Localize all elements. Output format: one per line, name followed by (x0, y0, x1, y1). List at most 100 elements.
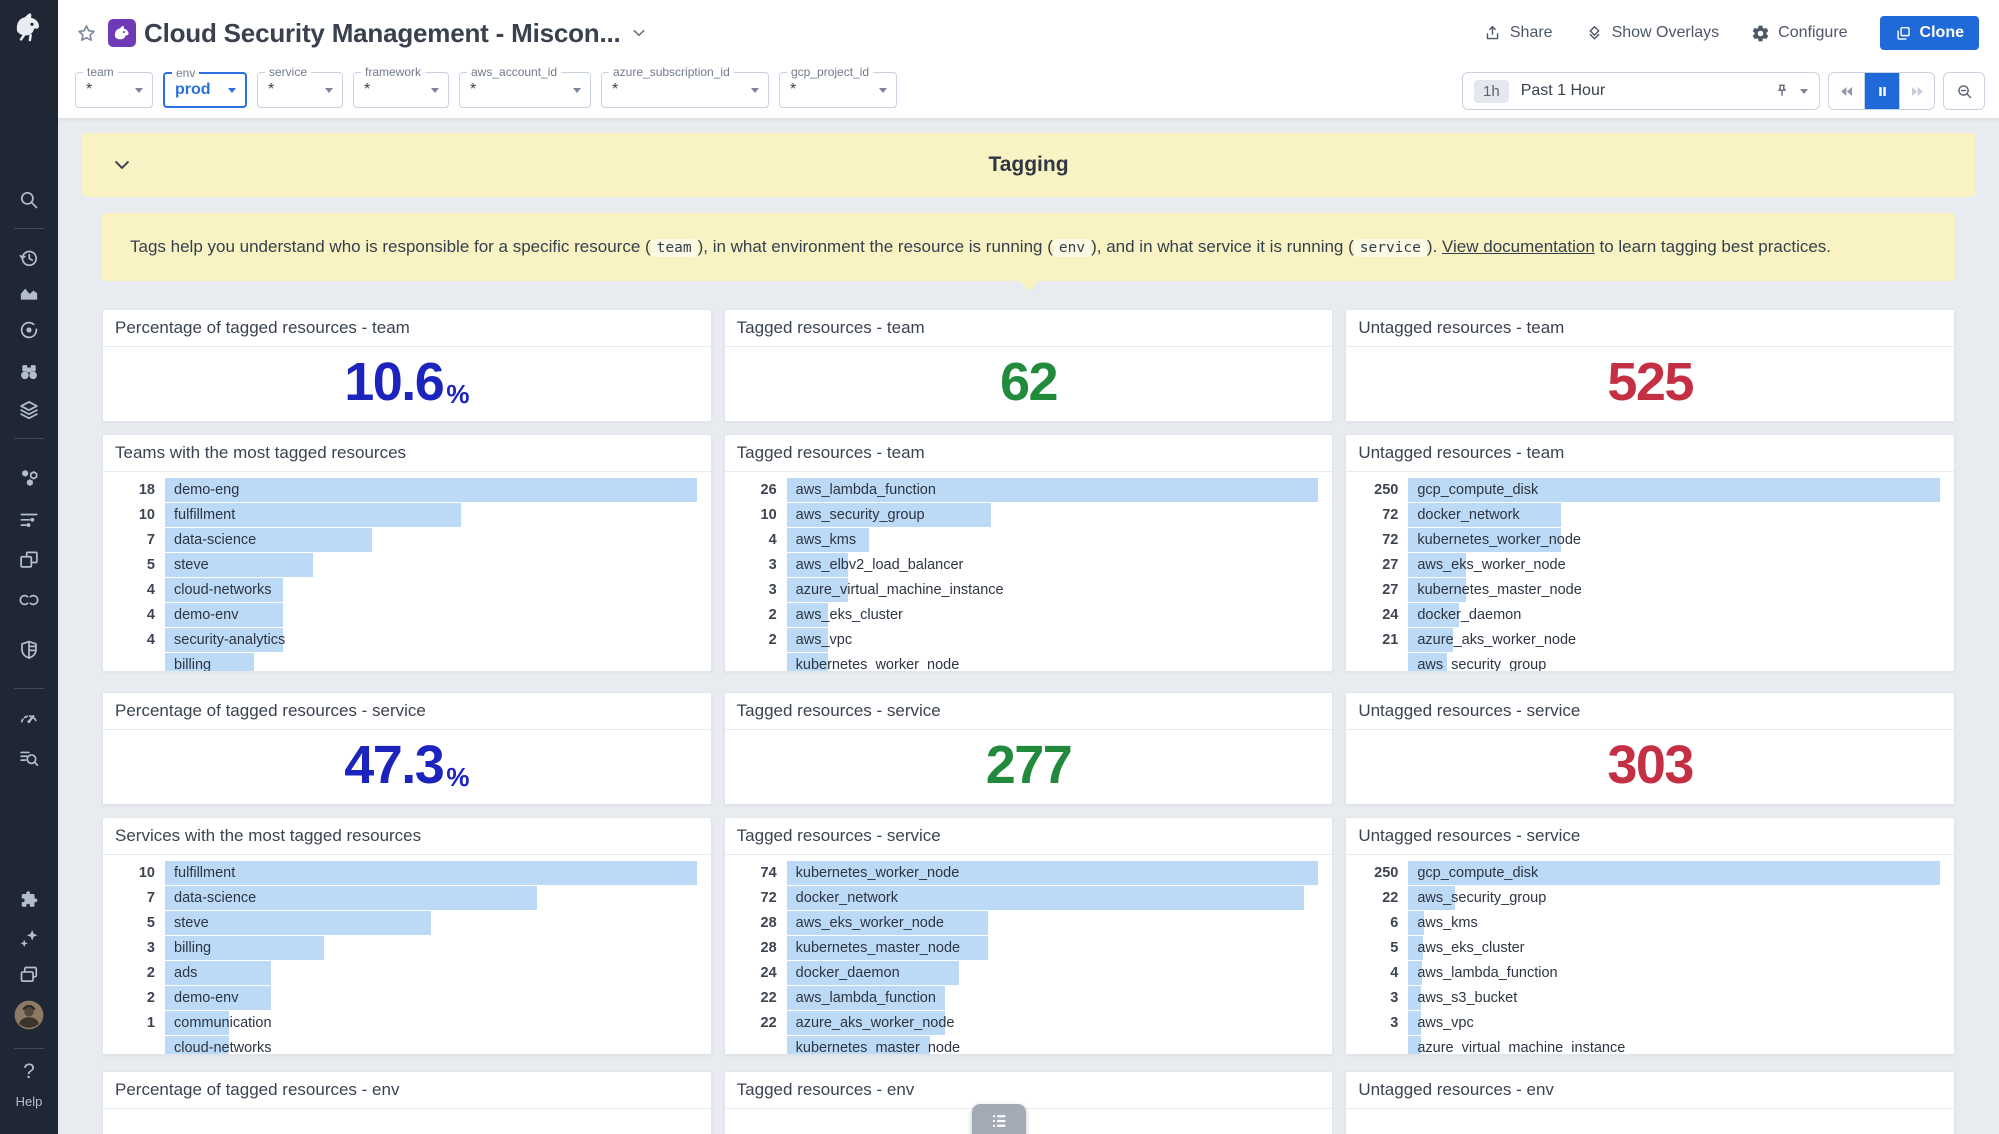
toplist-row[interactable]: 74kubernetes_worker_node (733, 861, 1319, 886)
pause-button[interactable] (1864, 73, 1899, 109)
sidebar-item-gauge-icon[interactable] (18, 707, 41, 730)
sidebar-item-layers-icon[interactable] (18, 399, 41, 422)
filter-azure_subscription_id[interactable]: azure_subscription_id* (601, 72, 769, 108)
sidebar-item-log-search-icon[interactable] (18, 747, 41, 770)
toplist-row[interactable]: 10aws_security_group (733, 503, 1319, 528)
toplist-track: azure_aks_worker_node (787, 1011, 1319, 1035)
toplist-row[interactable]: 22aws_lambda_function (733, 986, 1319, 1011)
toplist-row[interactable]: 4cloud-networks (111, 578, 697, 603)
filter-framework[interactable]: framework* (353, 72, 449, 108)
toplist-row[interactable]: 2ads (111, 961, 697, 986)
toplist-row[interactable]: 22azure_aks_worker_node (733, 1011, 1319, 1036)
filter-gcp_project_id[interactable]: gcp_project_id* (779, 72, 897, 108)
toplist-row[interactable]: 27kubernetes_master_node (1354, 578, 1940, 603)
sidebar-item-app-windows-icon[interactable] (18, 549, 41, 572)
toplist-value: 72 (1354, 532, 1408, 548)
sidebar-item-service-catalog-icon[interactable] (18, 467, 41, 490)
toplist-row[interactable]: 250gcp_compute_disk (1354, 478, 1940, 503)
toplist-row[interactable]: 28kubernetes_master_node (733, 936, 1319, 961)
toplist-track: aws_eks_worker_node (787, 911, 1319, 935)
view-documentation-link[interactable]: View documentation (1442, 237, 1595, 256)
toplist-row[interactable]: 250gcp_compute_disk (1354, 861, 1940, 886)
time-chevron-down-icon (1800, 89, 1808, 94)
toplist-row[interactable]: 3aws_elbv2_load_balancer (733, 553, 1319, 578)
share-button[interactable]: Share (1483, 24, 1553, 43)
time-range-picker[interactable]: 1h Past 1 Hour (1462, 72, 1820, 110)
clone-button[interactable]: Clone (1880, 16, 1979, 50)
zoom-out-button[interactable] (1943, 72, 1985, 110)
toplist-row[interactable]: 10fulfillment (111, 861, 697, 886)
sidebar-item-integrations-puzzle-icon[interactable] (18, 889, 41, 912)
time-backward-button[interactable] (1829, 73, 1864, 109)
sidebar-item-security-shield-icon[interactable] (18, 639, 41, 662)
filter-env[interactable]: envprod (163, 72, 247, 108)
toplist-row[interactable]: 3aws_vpc (1354, 1011, 1940, 1036)
toplist-row[interactable]: 4aws_kms (733, 528, 1319, 553)
configure-button[interactable]: Configure (1751, 24, 1847, 43)
sidebar-item-watchdog-icon[interactable] (18, 361, 41, 384)
datadog-logo[interactable] (10, 8, 48, 46)
pin-icon[interactable] (1773, 82, 1791, 100)
toplist-row[interactable]: 6aws_kms (1354, 911, 1940, 936)
toplist-value: 21 (1354, 632, 1408, 648)
widget-title: Tagged resources - service (725, 693, 1333, 730)
user-avatar[interactable] (14, 1000, 44, 1030)
toplist-row[interactable]: 7data-science (111, 528, 697, 553)
toplist-row[interactable]: 3billing (111, 936, 697, 961)
toplist-row[interactable]: 4security-analytics (111, 628, 697, 653)
group-header[interactable]: Tagging (82, 133, 1975, 197)
toplist-row[interactable]: 21azure_aks_worker_node (1354, 628, 1940, 653)
toplist-label: kubernetes_master_node (1417, 578, 1581, 602)
sidebar-item-facets-icon[interactable] (18, 509, 41, 532)
list-view-button[interactable] (972, 1104, 1026, 1134)
toplist-row[interactable]: 5steve (111, 553, 697, 578)
toplist-row[interactable]: 10fulfillment (111, 503, 697, 528)
toplist-row[interactable]: 72docker_network (733, 886, 1319, 911)
toplist-row[interactable]: 22aws_security_group (1354, 886, 1940, 911)
toplist-row[interactable]: 5aws_eks_cluster (1354, 936, 1940, 961)
toplist-row[interactable]: 7data-science (111, 886, 697, 911)
toplist-value: 24 (1354, 607, 1408, 623)
toplist-row[interactable]: 4demo-env (111, 603, 697, 628)
sidebar-item-monitors-icon[interactable] (18, 319, 41, 342)
toplist-row[interactable]: billing (111, 653, 697, 671)
query-value (1346, 1109, 1954, 1134)
toplist-row[interactable]: 26aws_lambda_function (733, 478, 1319, 503)
toplist-row[interactable]: cloud-networks (111, 1036, 697, 1054)
filter-aws_account_id[interactable]: aws_account_id* (459, 72, 591, 108)
help-label[interactable]: Help (0, 1094, 58, 1109)
title-chevron-down-icon[interactable] (631, 25, 647, 41)
sidebar-item-metrics-icon[interactable] (18, 281, 41, 304)
toplist-row[interactable]: 28aws_eks_worker_node (733, 911, 1319, 936)
sidebar-item-search-icon[interactable] (18, 189, 41, 212)
sidebar-item-assistant-sparkles-icon[interactable] (18, 927, 41, 950)
show-overlays-button[interactable]: Show Overlays (1585, 24, 1720, 43)
toplist-row[interactable]: 24docker_daemon (1354, 603, 1940, 628)
sidebar-item-service-link-icon[interactable] (18, 589, 41, 612)
toplist-row[interactable]: 72kubernetes_worker_node (1354, 528, 1940, 553)
toplist-row[interactable]: kubernetes_worker_node (733, 653, 1319, 671)
filter-team[interactable]: team* (75, 72, 153, 108)
toplist-row[interactable]: 1communication (111, 1011, 697, 1036)
sidebar-item-history-icon[interactable] (18, 247, 41, 270)
toplist-row[interactable]: 2demo-env (111, 986, 697, 1011)
toplist-row[interactable]: 24docker_daemon (733, 961, 1319, 986)
toplist-row[interactable]: kubernetes_master_node (733, 1036, 1319, 1054)
time-forward-button[interactable] (1899, 73, 1934, 109)
toplist-row[interactable]: 4aws_lambda_function (1354, 961, 1940, 986)
help-question-icon[interactable]: ? (23, 1060, 35, 1084)
toplist-row[interactable]: 27aws_eks_worker_node (1354, 553, 1940, 578)
toplist-row[interactable]: 3aws_s3_bucket (1354, 986, 1940, 1011)
toplist-row[interactable]: aws_security_group (1354, 653, 1940, 671)
toplist-row[interactable]: 2aws_eks_cluster (733, 603, 1319, 628)
toplist-row[interactable]: 3azure_virtual_machine_instance (733, 578, 1319, 603)
sidebar-item-workspaces-icon[interactable] (18, 964, 41, 987)
toplist-row[interactable]: 5steve (111, 911, 697, 936)
toplist-row[interactable]: 72docker_network (1354, 503, 1940, 528)
toplist-row[interactable]: 18demo-eng (111, 478, 697, 503)
favorite-star-icon[interactable] (75, 22, 98, 45)
toplist-row[interactable]: azure_virtual_machine_instance (1354, 1036, 1940, 1054)
toplist-row[interactable]: 2aws_vpc (733, 628, 1319, 653)
collapse-chevron-down-icon[interactable] (112, 155, 132, 175)
filter-service[interactable]: service* (257, 72, 343, 108)
